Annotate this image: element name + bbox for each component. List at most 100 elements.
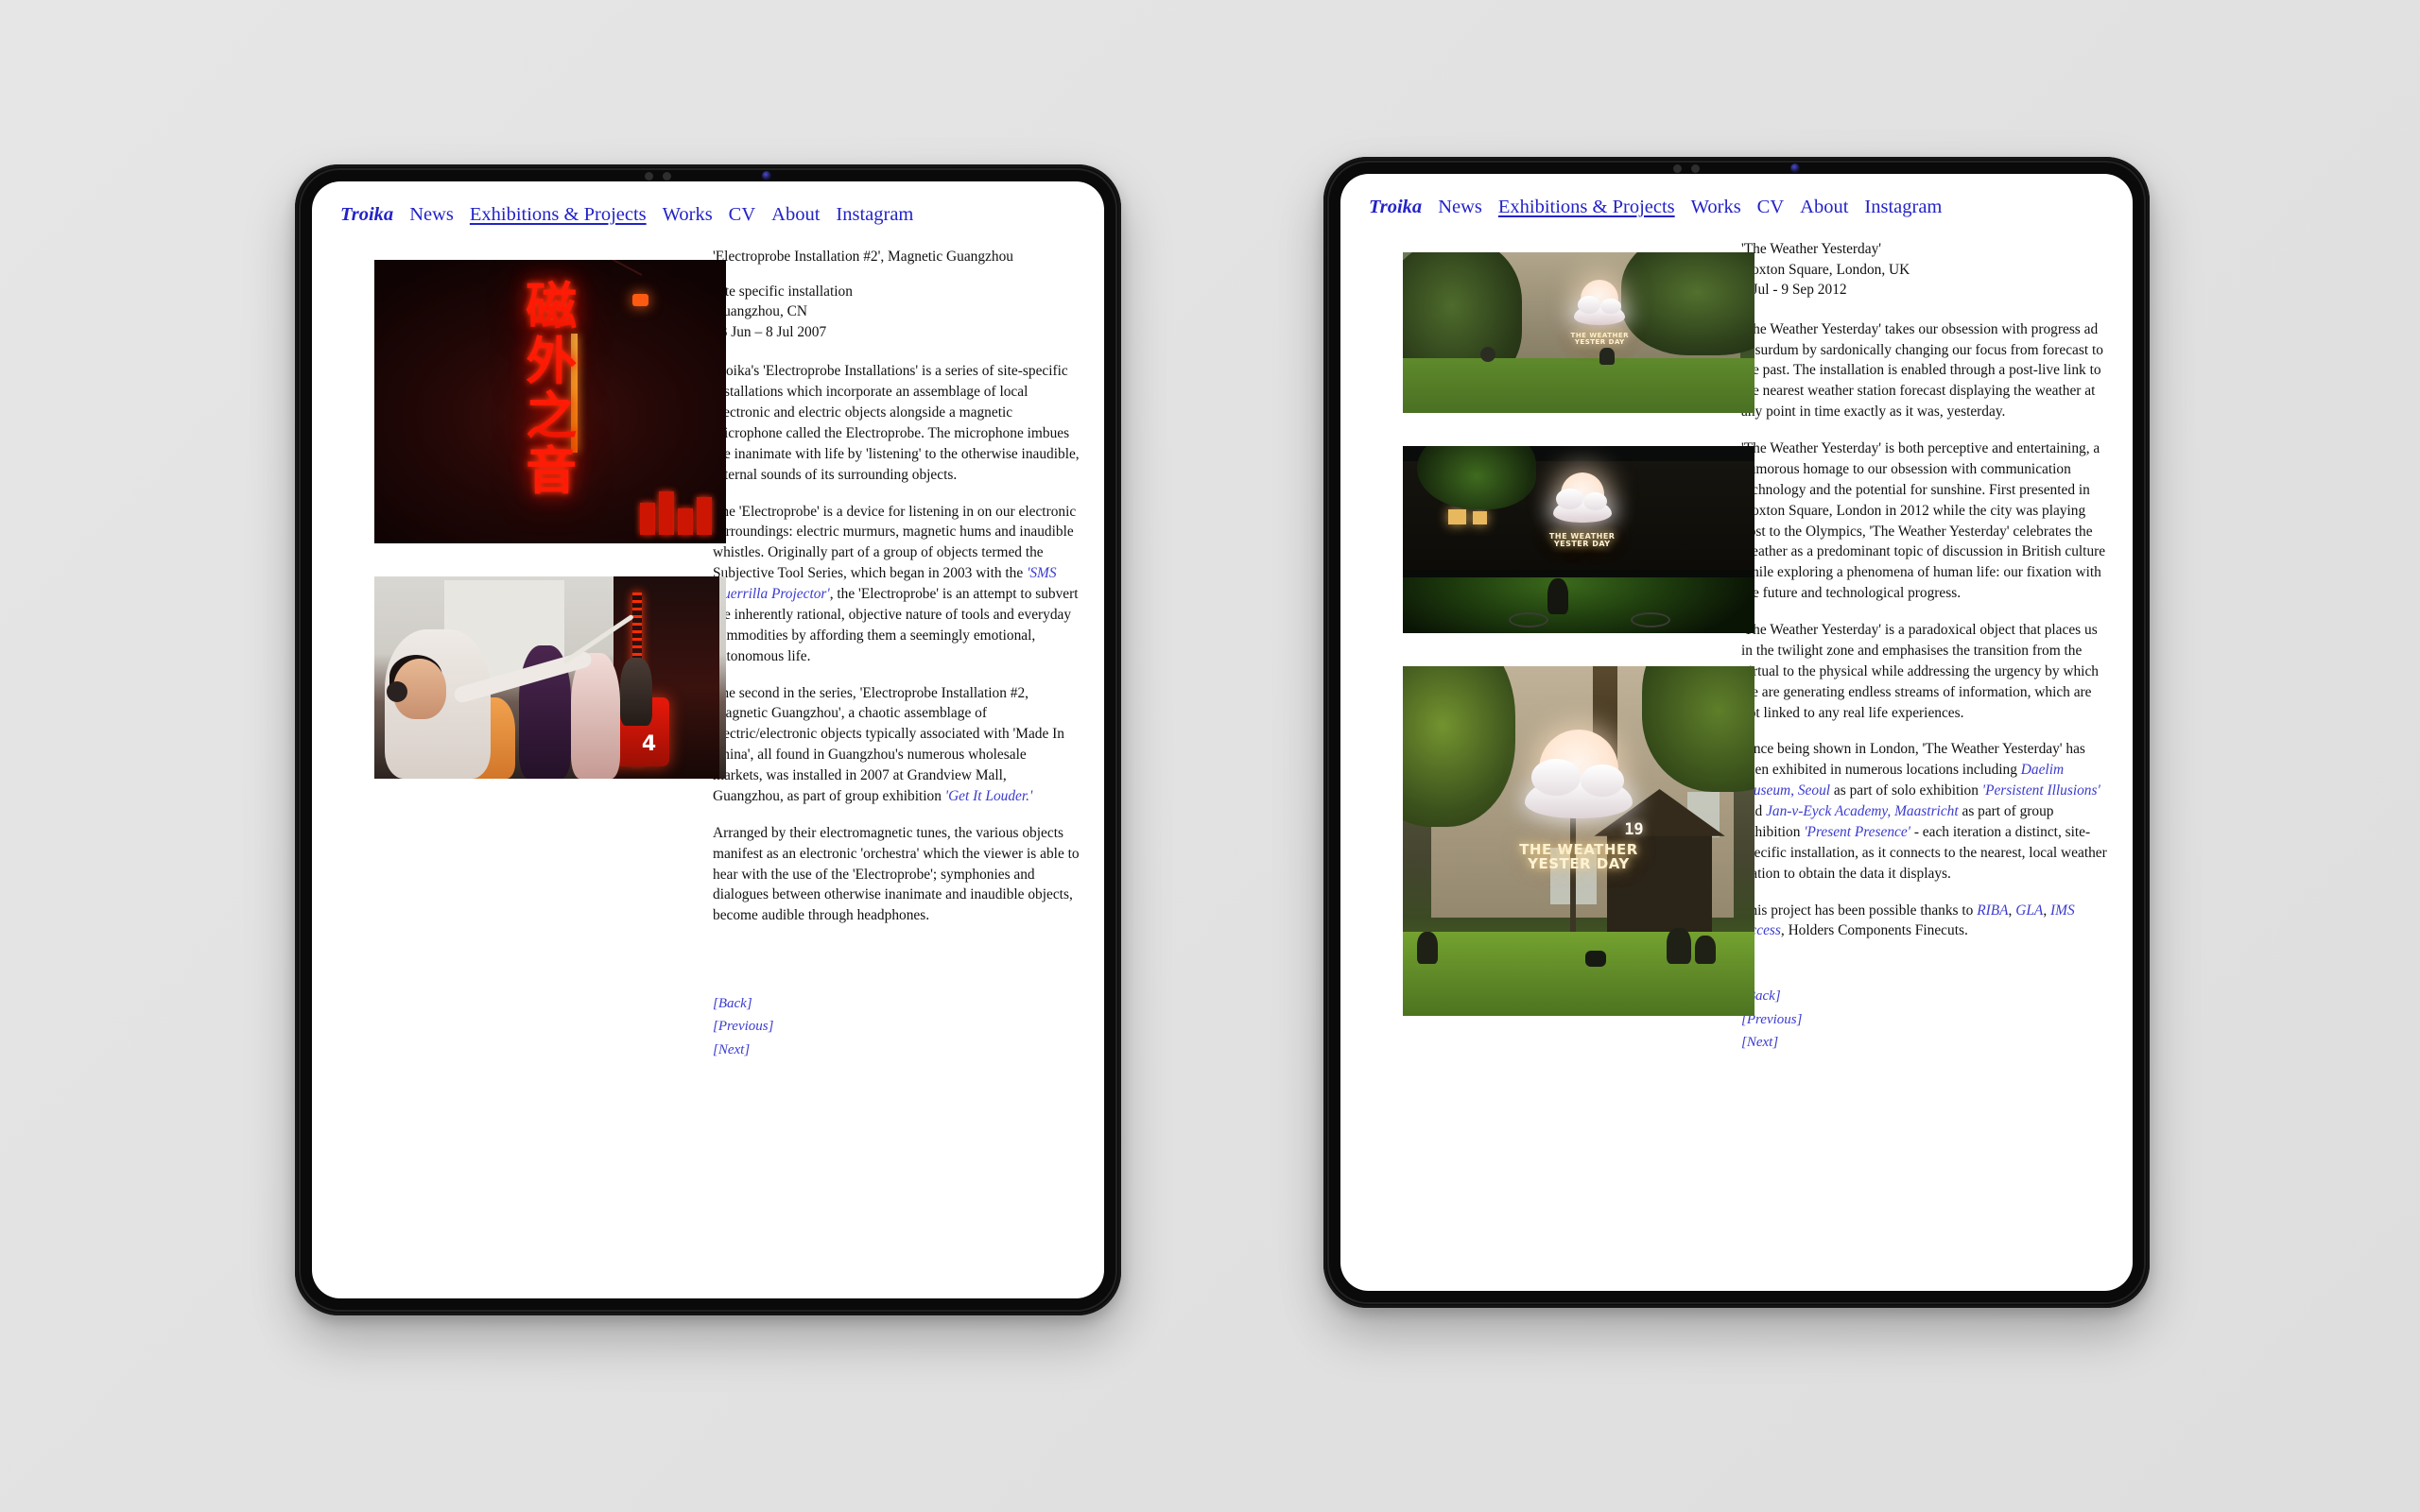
nav-item-exhibitions-projects[interactable]: Exhibitions & Projects	[1498, 197, 1675, 218]
image-stack-left: 磁 外 之 音 4	[337, 245, 726, 794]
project-pager-right[interactable]: [Back] [Previous] [Next]	[1741, 985, 2108, 1054]
neon-character-column: 磁 外 之 音	[522, 277, 580, 526]
screenshot-stage: Troika News Exhibitions & Projects Works…	[0, 0, 2420, 1512]
paragraph-1: Troika's 'Electroprobe Installations' is…	[713, 363, 1080, 483]
sensor-dot-icon	[1673, 163, 1682, 173]
weather-yesterday-sign: THE WEATHER YESTER DAY	[1533, 472, 1632, 566]
link-gla[interactable]: GLA	[2015, 902, 2043, 919]
seated-visitor	[1695, 935, 1717, 964]
neon-shelf-objects	[640, 491, 713, 535]
seated-visitor	[1416, 931, 1438, 964]
nav-item-instagram[interactable]: Instagram	[836, 204, 913, 226]
weather-yesterday-night-photo[interactable]: THE WEATHER YESTER DAY	[1403, 446, 1754, 633]
temperature-readout: 19	[1624, 819, 1644, 839]
neon-char-4: 音	[526, 440, 578, 501]
primary-navigation-left[interactable]: Troika News Exhibitions & Projects Works…	[337, 204, 1080, 226]
lit-window	[1473, 511, 1488, 525]
text-column-right: 'The Weather Yesterday' Hoxton Square, L…	[1741, 237, 2108, 1054]
content-columns-right: THE WEATHER YESTER DAY THE WEATHER YESTE…	[1365, 237, 2108, 1054]
pager-back-link[interactable]: [Back]	[713, 992, 1080, 1015]
text-column-left: 'Electroprobe Installation #2', Magnetic…	[713, 245, 1080, 1061]
visitor-woman	[571, 653, 621, 779]
neon-char-2: 外	[526, 331, 578, 391]
nav-item-news[interactable]: News	[1438, 197, 1482, 218]
media-column-right: THE WEATHER YESTER DAY THE WEATHER YESTE…	[1365, 237, 1754, 1031]
kiosk-number-label: 4	[641, 731, 657, 756]
paragraph-2-lead: The 'Electroprobe' is a device for liste…	[713, 503, 1077, 582]
nav-item-works[interactable]: Works	[663, 204, 713, 226]
device-screen-right: Troika News Exhibitions & Projects Works…	[1340, 174, 2133, 1291]
front-camera-cluster-left	[295, 170, 1121, 181]
crowd-listening-photo[interactable]: 4	[374, 576, 726, 779]
link-persistent-illusions[interactable]: 'Persistent Illusions'	[1982, 782, 2100, 799]
website-right: Troika News Exhibitions & Projects Works…	[1340, 174, 2133, 1054]
project-location: Hoxton Square, London, UK	[1741, 261, 1910, 278]
paragraph-2: The 'Electroprobe' is a device for liste…	[713, 502, 1080, 667]
project-location: Guangzhou, CN	[713, 303, 808, 320]
neon-char-1: 磁	[526, 277, 578, 336]
project-description-left: Troika's 'Electroprobe Installations' is…	[713, 361, 1080, 926]
link-present-presence[interactable]: 'Present Presence'	[1804, 824, 1910, 840]
link-riba[interactable]: RIBA	[1977, 902, 2008, 919]
paragraph-5: This project has been possible thanks to…	[1741, 901, 2108, 942]
nav-item-news[interactable]: News	[409, 204, 454, 226]
pager-previous-link[interactable]: [Previous]	[713, 1015, 1080, 1038]
sign-caption: THE WEATHER YESTER DAY	[1570, 331, 1630, 347]
project-meta-right: 'The Weather Yesterday' Hoxton Square, L…	[1741, 239, 2108, 301]
paragraph-3: The second in the series, 'Electroprobe …	[713, 683, 1080, 807]
neon-char-3: 之	[526, 386, 578, 446]
front-camera-cluster-right	[1323, 163, 2150, 174]
paragraph-3: 'The Weather Yesterday' is a paradoxical…	[1741, 622, 2099, 721]
pager-previous-link[interactable]: [Previous]	[1741, 1008, 2108, 1031]
front-camera-icon	[762, 171, 771, 180]
sensor-dot-icon	[1691, 163, 1700, 173]
cloud-graphic	[1552, 489, 1612, 523]
neon-sign-photo[interactable]: 磁 外 之 音	[374, 260, 726, 543]
tablet-device-left: Troika News Exhibitions & Projects Works…	[295, 164, 1121, 1315]
nav-brand-troika[interactable]: Troika	[340, 204, 393, 226]
media-column-left: 磁 外 之 音 4	[337, 245, 726, 794]
project-medium: Site specific installation	[713, 283, 853, 300]
project-meta-left: 'Electroprobe Installation #2', Magnetic…	[713, 247, 1080, 342]
weather-yesterday-day-photo[interactable]: THE WEATHER YESTER DAY	[1403, 252, 1754, 413]
paragraph-4-mid-1: as part of solo exhibition	[1830, 782, 1982, 799]
link-jan-v-eyck-academy[interactable]: Jan-v-Eyck Academy, Maastricht	[1766, 803, 1959, 819]
device-screen-left: Troika News Exhibitions & Projects Works…	[312, 181, 1104, 1298]
nav-brand-troika[interactable]: Troika	[1369, 197, 1422, 218]
paragraph-4: Arranged by their electromagnetic tunes,…	[713, 824, 1080, 924]
project-title: 'Electroprobe Installation #2', Magnetic…	[713, 249, 1013, 265]
paragraph-2: 'The Weather Yesterday' is both percepti…	[1741, 440, 2106, 602]
tablet-device-right: Troika News Exhibitions & Projects Works…	[1323, 157, 2150, 1308]
nav-item-cv[interactable]: CV	[729, 204, 755, 226]
nav-item-cv[interactable]: CV	[1757, 197, 1784, 218]
weather-yesterday-closeup-photo[interactable]: 19 THE WEATHER YESTER DAY	[1403, 666, 1754, 1016]
seated-visitor	[1599, 348, 1616, 365]
project-pager-left[interactable]: [Back] [Previous] [Next]	[713, 992, 1080, 1061]
nav-item-exhibitions-projects[interactable]: Exhibitions & Projects	[470, 204, 647, 226]
weather-yesterday-sign: 19 THE WEATHER YESTER DAY	[1512, 729, 1645, 925]
visitor-with-headphones	[385, 628, 491, 779]
primary-navigation-right[interactable]: Troika News Exhibitions & Projects Works…	[1365, 197, 2108, 218]
pager-back-link[interactable]: [Back]	[1741, 985, 2108, 1007]
pager-next-link[interactable]: [Next]	[713, 1039, 1080, 1061]
project-description-right: 'The Weather Yesterday' takes our obsess…	[1741, 319, 2108, 942]
sign-caption: THE WEATHER YESTER DAY	[1519, 840, 1638, 873]
nav-item-instagram[interactable]: Instagram	[1864, 197, 1942, 218]
website-left: Troika News Exhibitions & Projects Works…	[312, 181, 1104, 1061]
project-dates: 23 Jun – 8 Jul 2007	[713, 323, 827, 340]
cloud-graphic	[1524, 759, 1633, 818]
nav-item-about[interactable]: About	[1800, 197, 1848, 218]
cloud-graphic	[1574, 295, 1626, 325]
lit-window	[1448, 509, 1466, 525]
weather-yesterday-sign: THE WEATHER YESTER DAY	[1554, 279, 1646, 357]
pager-next-link[interactable]: [Next]	[1741, 1031, 2108, 1054]
nav-item-works[interactable]: Works	[1691, 197, 1741, 218]
project-dates: 7 Jul - 9 Sep 2012	[1741, 282, 1847, 299]
link-get-it-louder[interactable]: 'Get It Louder.'	[945, 788, 1033, 804]
seated-visitor	[1667, 927, 1692, 964]
visitor-background	[620, 657, 652, 727]
nav-item-about[interactable]: About	[771, 204, 820, 226]
sign-caption: THE WEATHER YESTER DAY	[1548, 531, 1616, 549]
backpack-shape	[1585, 951, 1607, 968]
paragraph-4: Since being shown in London, 'The Weathe…	[1741, 739, 2108, 884]
